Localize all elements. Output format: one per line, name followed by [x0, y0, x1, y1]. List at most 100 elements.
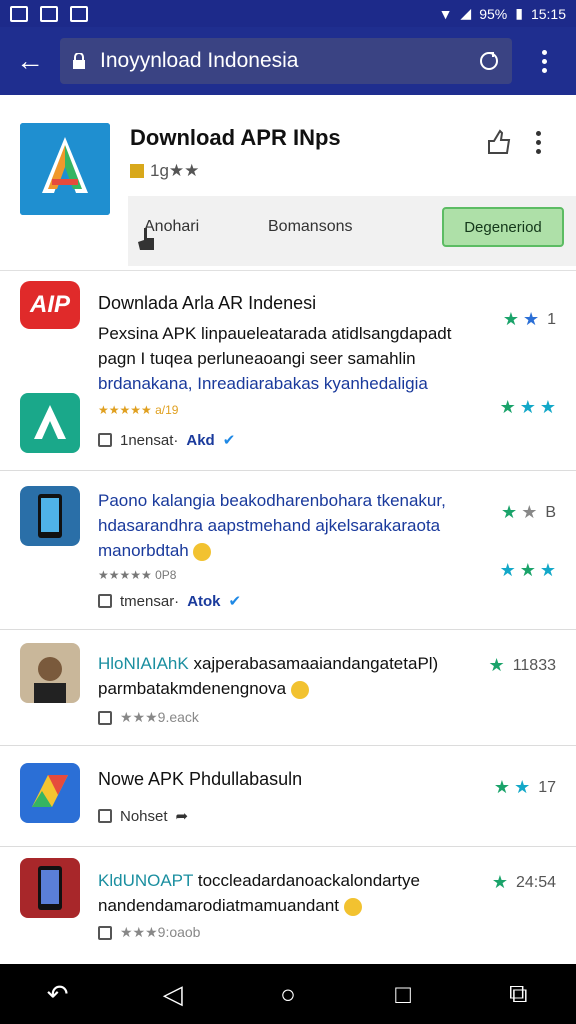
avatar — [20, 643, 80, 703]
system-nav-bar: ↶ ◁ ○ □ ⧉ — [0, 964, 576, 1024]
item-title-text: Paono kalangia beakodharenbohara tkenaku… — [98, 491, 446, 535]
item-meta: ★★★9.eack — [98, 709, 199, 726]
smile-emoji-icon — [343, 897, 362, 916]
item-meta: Nohset ➦ — [98, 807, 188, 825]
clock: 15:15 — [530, 5, 566, 22]
battery-icon: ▮ — [515, 5, 523, 21]
more-vert-icon — [536, 131, 541, 154]
lock-icon — [98, 594, 112, 608]
list-item[interactable]: Nowe APK Phdullabasuln Nohset ➦ ★ ★ 17 — [0, 747, 576, 847]
share-icon[interactable] — [484, 127, 514, 157]
item-subtext: ★★★★★ a/19 — [98, 403, 178, 417]
list-item[interactable]: HloNIAIAhK xajperabasamaaiandangatetaPl)… — [0, 631, 576, 746]
degeneriod-button[interactable]: Degeneriod — [442, 207, 564, 247]
item-title: Paono kalangia beakodharenbohara tkenaku… — [98, 488, 470, 563]
star-icon: ★ — [499, 560, 516, 580]
smile-emoji-icon — [290, 680, 309, 699]
home-button[interactable]: ○ — [273, 979, 303, 1009]
list-item[interactable]: Paono kalangia beakodharenbohara tkenaku… — [0, 472, 576, 630]
star-icon: ★ — [539, 397, 556, 417]
hero-more-button[interactable] — [536, 131, 541, 154]
item-rating: ★ 11833 — [489, 655, 556, 676]
phone-red-thumb-icon — [20, 858, 80, 918]
item-title-last: manorbdtah — [98, 541, 189, 560]
url-bar[interactable]: Inoyynload Indonesia — [60, 38, 512, 84]
star-icon: ★ — [539, 560, 556, 580]
status-bar: ▼ ◢ 95% ▮ 15:15 — [0, 0, 576, 27]
verified-icon: ✔ — [222, 432, 236, 449]
lock-icon — [98, 925, 112, 940]
meta-link[interactable]: Akd — [186, 432, 214, 449]
rating-count: 11833 — [512, 656, 556, 674]
lock-icon — [98, 433, 112, 447]
item-description: Pexsina APK linpaueleatarada atidlsangda… — [98, 321, 468, 396]
rating-count: 24:54 — [515, 873, 556, 891]
meta-label: Nohset — [120, 807, 168, 825]
apk-green-logo-icon — [20, 393, 80, 453]
recents-button[interactable]: □ — [388, 979, 418, 1009]
undo-icon: ↶ — [46, 978, 69, 1009]
item-title: KldUNOAPT toccleadardanoackalondartye na… — [98, 868, 470, 918]
smile-emoji-icon — [193, 542, 212, 561]
item-title: Downlada Arla AR Indenesi — [98, 293, 317, 313]
signal-icon: ◢ — [460, 5, 472, 21]
item-meta: 1nensat· Akd ✔ — [98, 431, 235, 449]
item-title-teal: KldUNOAPT — [98, 871, 194, 890]
circle-home-icon: ○ — [280, 978, 296, 1009]
item-subtext: ★★★★★ 0P8 — [98, 568, 176, 582]
star-icon: ★ — [519, 397, 536, 417]
item-sub: ★★★★★ a/19 — [98, 403, 179, 417]
item-rating: ★ ★ B — [501, 502, 556, 523]
more-vert-icon — [541, 49, 547, 73]
item-rating: ★ ★ 1 — [503, 309, 556, 330]
star-icon: ★ — [519, 560, 536, 580]
star-icon: ★ — [521, 502, 538, 522]
meta-mini: ★★★9.eack — [120, 709, 199, 725]
rating-text: 1g★★ — [150, 161, 200, 180]
item-rating-2: ★ ★ ★ — [500, 560, 556, 581]
back-button[interactable]: ← — [0, 27, 60, 95]
screens-icon: ⧉ — [509, 978, 528, 1008]
app-hero: Download APR INps 1g★★ Anohari Bomansons… — [0, 95, 576, 271]
overflow-menu-button[interactable] — [512, 27, 576, 95]
meta-mini: ★★★9:oaob — [120, 924, 201, 940]
back-nav-button[interactable]: ↶ — [43, 979, 73, 1009]
back-triangle-button[interactable]: ◁ — [158, 979, 188, 1009]
meta-label: 1nensat· — [120, 431, 179, 449]
play-store-icon — [40, 5, 58, 22]
browser-toolbar: ← Inoyynload Indonesia — [0, 27, 576, 95]
star-icon: ★ — [493, 777, 511, 797]
star-icon: ★ — [488, 655, 505, 675]
item-title: HloNIAIAhK xajperabasamaaiandangatetaPl)… — [98, 651, 470, 701]
tab-bomansons[interactable]: Bomansons — [268, 218, 353, 236]
battery-text: 95% — [479, 5, 508, 22]
square-recents-icon: □ — [395, 978, 412, 1009]
meta-label: tmensar· — [120, 592, 180, 610]
item-meta: tmensar· Atok ✔ — [98, 592, 241, 610]
screenshot-button[interactable]: ⧉ — [503, 978, 533, 1009]
item-rating: ★ ★ 17 — [494, 777, 556, 798]
reload-icon[interactable] — [478, 50, 500, 72]
list-item[interactable]: AIP Downlada Arla AR Indenesi Pexsina AP… — [0, 271, 576, 471]
phone-thumb-icon — [20, 486, 80, 546]
lock-icon — [73, 53, 85, 69]
item-rating-2: ★ ★ ★ — [500, 397, 556, 418]
item-sub: ★★★★★ 0P8 — [98, 568, 177, 582]
hero-tabs: Anohari Bomansons Degeneriod — [128, 196, 576, 266]
app-rating: 1g★★ — [130, 161, 199, 181]
meta-link[interactable]: Atok — [187, 593, 220, 610]
item-rating: ★ 24:54 — [492, 872, 556, 893]
item-title: Nowe APK Phdullabasuln — [98, 769, 303, 789]
notification-icon — [10, 5, 28, 22]
star-icon: ★ — [499, 397, 516, 417]
verified-icon: ✔ — [228, 593, 242, 610]
rating-count: 17 — [538, 778, 556, 796]
star-icon: ★ — [514, 777, 531, 797]
star-icon: ★ — [501, 502, 518, 522]
star-icon: ★ — [502, 309, 519, 329]
item-desc-link: brdanakana, Inreadiarabakas kyanhedaligi… — [98, 374, 428, 393]
cursor-hand-icon — [138, 228, 154, 250]
share-small-icon[interactable]: ➦ — [176, 807, 189, 825]
star-icon: ★ — [491, 872, 508, 892]
list-item[interactable]: KldUNOAPT toccleadardanoackalondartye na… — [0, 848, 576, 964]
